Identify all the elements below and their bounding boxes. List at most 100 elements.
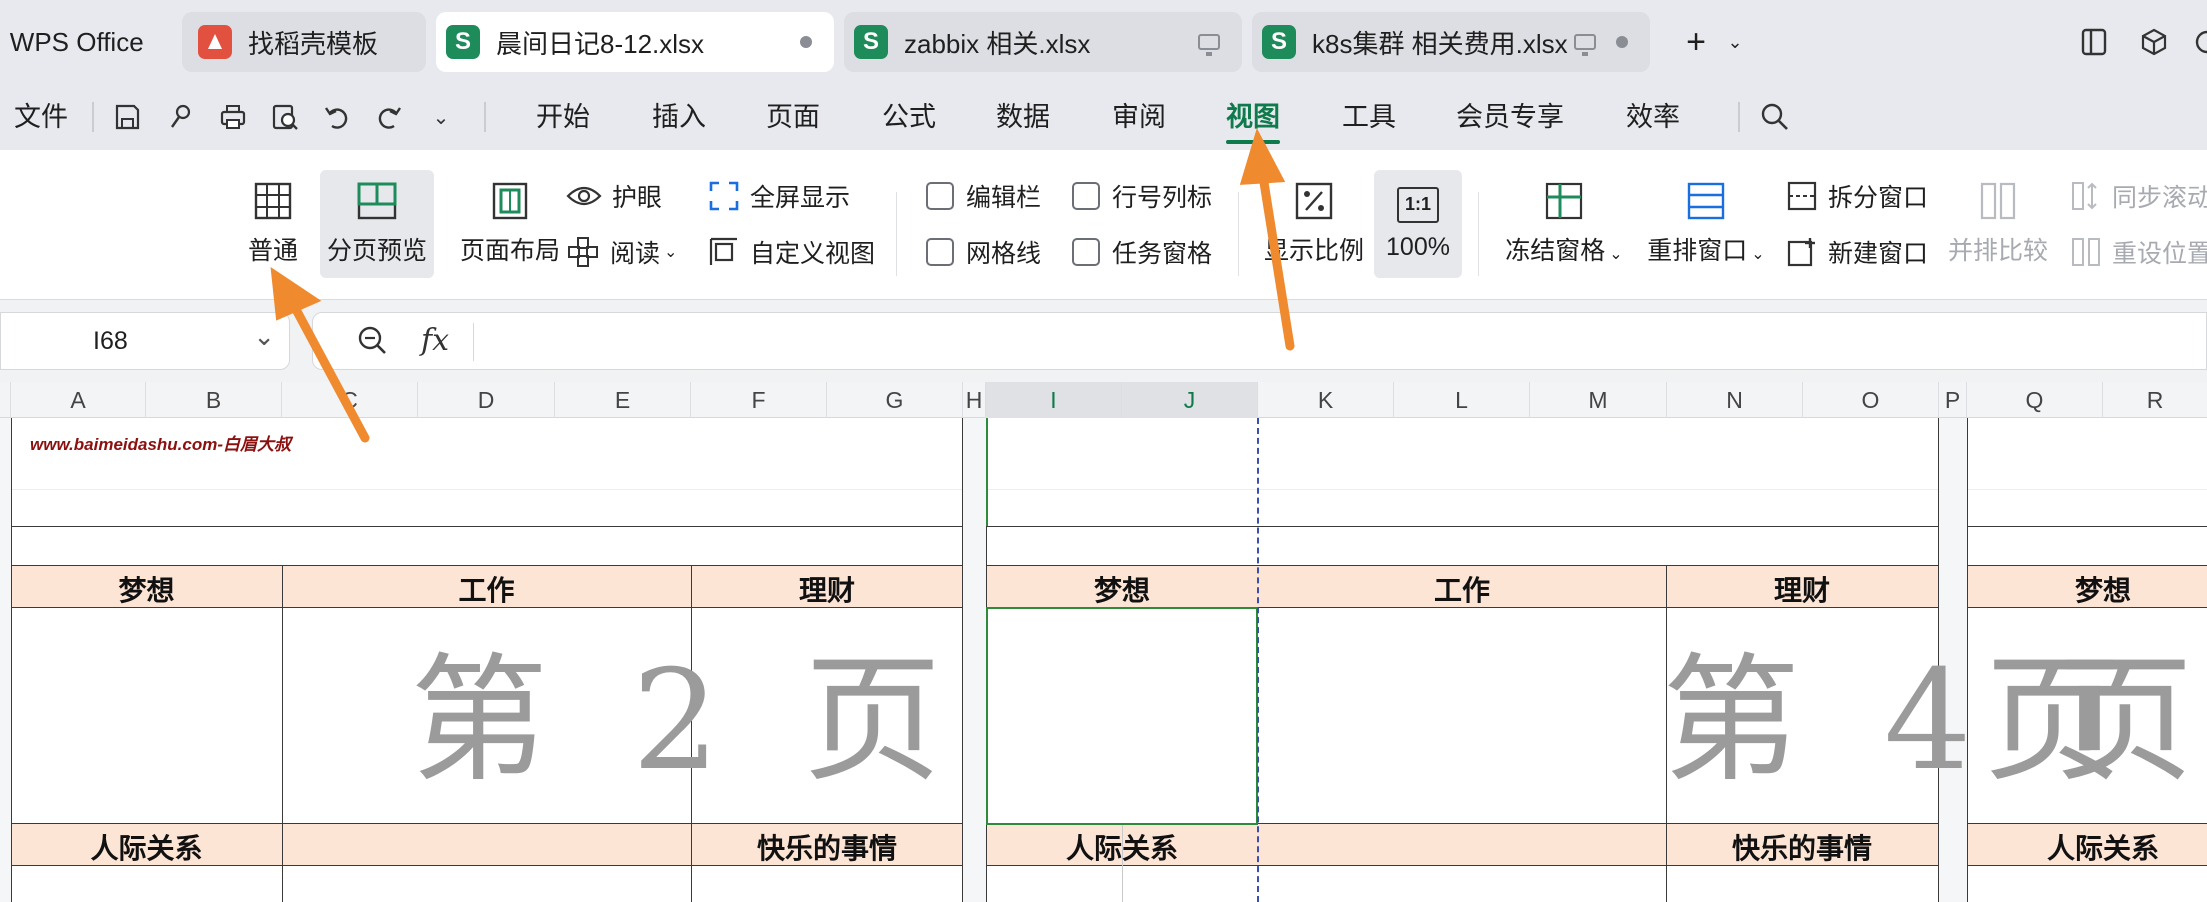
column-header-g[interactable]: G xyxy=(827,382,963,418)
print-icon[interactable] xyxy=(216,100,250,134)
gridlines-checkbox[interactable]: ✓ 网格线 xyxy=(926,230,1041,274)
page-number-watermark: 第 2 页 xyxy=(410,640,942,801)
tab-morning-diary[interactable]: S 晨间日记8-12.xlsx xyxy=(436,12,834,72)
search-icon[interactable] xyxy=(1758,100,1792,134)
redo-icon[interactable] xyxy=(372,100,406,134)
zoom-100-button[interactable]: 1:1 100% xyxy=(1374,170,1462,278)
menu-tools[interactable]: 工具 xyxy=(1342,84,1396,150)
tab-wps-office[interactable]: / WPS Office xyxy=(0,12,172,72)
column-header-f[interactable]: F xyxy=(691,382,827,418)
page-layout-button[interactable]: 页面布局 xyxy=(444,172,576,276)
tab-label: WPS Office xyxy=(9,26,144,57)
formula-input[interactable]: fx xyxy=(312,312,2207,370)
chevron-down-icon[interactable]: ⌄ xyxy=(253,321,275,352)
header-finance[interactable]: 理财 xyxy=(1666,569,1938,609)
split-window-button[interactable]: 拆分窗口 xyxy=(1786,174,1928,218)
column-header-o[interactable]: O xyxy=(1803,382,1939,418)
column-header-d[interactable]: D xyxy=(418,382,555,418)
header-dream[interactable]: 梦想 xyxy=(1967,569,2207,609)
menu-member[interactable]: 会员专享 xyxy=(1456,84,1564,150)
task-pane-checkbox[interactable]: 任务窗格 xyxy=(1072,230,1212,274)
column-header-i[interactable]: I xyxy=(986,382,1122,418)
eye-protection-button[interactable]: 护眼 xyxy=(566,174,662,218)
menu-data[interactable]: 数据 xyxy=(996,84,1050,150)
cell-border xyxy=(1967,565,2207,566)
column-header-e[interactable]: E xyxy=(555,382,691,418)
menu-separator xyxy=(484,102,486,132)
reading-mode-button[interactable]: 阅读 ⌄ xyxy=(566,230,677,274)
undo-icon[interactable] xyxy=(320,100,354,134)
header-finance[interactable]: 理财 xyxy=(691,569,963,609)
column-header-c[interactable]: C xyxy=(282,382,418,418)
eye-icon xyxy=(566,186,602,206)
header-work[interactable]: 工作 xyxy=(1258,569,1666,609)
column-header-n[interactable]: N xyxy=(1667,382,1803,418)
column-header-a[interactable]: A xyxy=(11,382,146,418)
chevron-down-icon: ⌄ xyxy=(1751,246,1765,263)
save-icon[interactable] xyxy=(110,100,144,134)
non-print-area xyxy=(0,418,11,902)
column-header-h[interactable]: H xyxy=(963,382,986,418)
arrange-windows-button[interactable]: 重排窗口 ⌄ xyxy=(1640,172,1772,276)
tab-list-chevron-icon[interactable]: ⌄ xyxy=(1720,18,1750,66)
column-header-l[interactable]: L xyxy=(1394,382,1530,418)
split-window-icon xyxy=(1787,181,1817,211)
menu-review[interactable]: 审阅 xyxy=(1112,84,1166,150)
tab-docer[interactable]: 找稻壳模板 xyxy=(182,12,426,72)
insert-function-icon[interactable]: fx xyxy=(421,323,449,358)
print-preview-icon[interactable] xyxy=(268,100,302,134)
formula-bar-label: 编辑栏 xyxy=(966,184,1042,212)
menu-file[interactable]: 文件 xyxy=(14,84,68,150)
sync-scroll-button[interactable]: 同步滚动 xyxy=(2070,174,2207,218)
new-window-button[interactable]: 新建窗口 xyxy=(1786,230,1928,274)
unsaved-dot-icon[interactable] xyxy=(800,36,812,48)
page-break-preview-button[interactable]: 分页预览 xyxy=(320,170,434,278)
custom-view-button[interactable]: 自定义视图 xyxy=(708,230,875,274)
menu-view[interactable]: 视图 xyxy=(1226,84,1280,150)
tab-k8s-cost[interactable]: S k8s集群 相关费用.xlsx xyxy=(1252,12,1650,72)
header-happy-things[interactable]: 快乐的事情 xyxy=(691,827,963,867)
column-header-j[interactable]: J xyxy=(1122,382,1258,418)
column-header-b[interactable]: B xyxy=(146,382,282,418)
header-relationships[interactable]: 人际关系 xyxy=(1967,827,2207,867)
reset-position-button[interactable]: 重设位置 xyxy=(2070,230,2207,274)
menu-formula[interactable]: 公式 xyxy=(882,84,936,150)
name-box[interactable]: I68 ⌄ xyxy=(0,312,290,370)
side-by-side-button[interactable]: 并排比较 xyxy=(1940,172,2056,276)
custom-view-icon xyxy=(709,237,737,265)
header-dream[interactable]: 梦想 xyxy=(11,569,282,609)
cell-grid[interactable]: www.baimeidashu.com-白眉大叔 梦想 工作 理财 梦想 工作 … xyxy=(0,418,2207,902)
column-header-k[interactable]: K xyxy=(1258,382,1394,418)
zoom-search-icon[interactable] xyxy=(355,323,391,364)
menu-page[interactable]: 页面 xyxy=(766,84,820,150)
column-header-r[interactable]: R xyxy=(2103,382,2207,418)
share-link-icon[interactable] xyxy=(164,100,198,134)
new-tab-button[interactable]: + xyxy=(1676,18,1716,66)
header-dream[interactable]: 梦想 xyxy=(986,569,1258,609)
formula-bar-checkbox[interactable]: ✓ 编辑栏 xyxy=(926,174,1041,218)
header-relationships[interactable]: 人际关系 xyxy=(11,827,282,867)
zoom-button[interactable]: 显示比例 xyxy=(1262,172,1366,276)
column-header-m[interactable]: M xyxy=(1530,382,1667,418)
settings-gear-icon[interactable] xyxy=(2192,18,2207,66)
more-chevron-icon[interactable]: ⌄ xyxy=(424,100,458,134)
selected-cell[interactable] xyxy=(986,607,1258,825)
cube-icon[interactable] xyxy=(2134,18,2174,66)
header-relationships[interactable]: 人际关系 xyxy=(986,827,1258,867)
column-header-p[interactable]: P xyxy=(1939,382,1967,418)
headings-checkbox[interactable]: ✓ 行号列标 xyxy=(1072,174,1212,218)
column-header-q[interactable]: Q xyxy=(1967,382,2103,418)
tab-zabbix[interactable]: S zabbix 相关.xlsx xyxy=(844,12,1242,72)
menu-efficiency[interactable]: 效率 xyxy=(1626,84,1680,150)
menu-insert[interactable]: 插入 xyxy=(652,84,706,150)
normal-view-button[interactable]: 普通 xyxy=(236,172,310,276)
header-happy-things[interactable]: 快乐的事情 xyxy=(1666,827,1938,867)
page-break-line[interactable] xyxy=(1257,418,1259,902)
freeze-panes-button[interactable]: 冻结窗格 ⌄ xyxy=(1498,172,1630,276)
unsaved-dot-icon[interactable] xyxy=(1616,36,1628,48)
fullscreen-button[interactable]: 全屏显示 xyxy=(708,174,850,218)
column-header-spacer xyxy=(0,382,11,418)
menu-home[interactable]: 开始 xyxy=(536,84,590,150)
window-mode-icon[interactable] xyxy=(2074,18,2114,66)
header-work[interactable]: 工作 xyxy=(282,569,691,609)
